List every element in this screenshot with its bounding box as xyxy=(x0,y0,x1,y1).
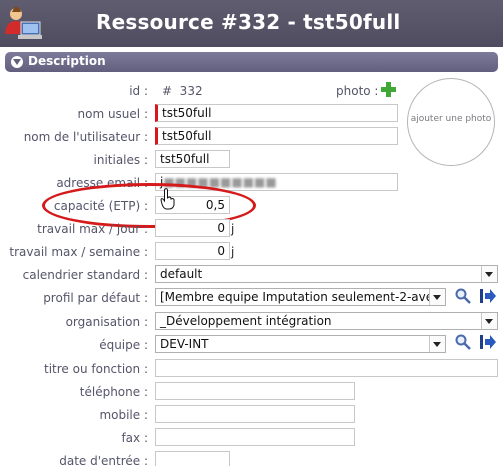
calendrier-label: calendrier standard : xyxy=(22,268,148,282)
search-icon[interactable] xyxy=(455,334,471,350)
titre-label: titre ou fonction : xyxy=(44,362,148,376)
profil-label: profil par défaut : xyxy=(43,291,148,305)
photo-label: photo : xyxy=(336,84,379,98)
travail-semaine-input[interactable]: 0 xyxy=(155,242,230,260)
search-icon[interactable] xyxy=(455,288,471,304)
equipe-select[interactable]: DEV-INT xyxy=(155,335,446,353)
calendrier-select[interactable]: default xyxy=(155,265,498,283)
nom-utilisateur-label: nom de l'utilisateur : xyxy=(23,130,148,144)
description-section-header[interactable]: Description xyxy=(5,52,498,72)
user-icon xyxy=(5,6,42,39)
collapse-icon[interactable] xyxy=(11,56,23,68)
equipe-label: équipe : xyxy=(99,338,148,352)
titre-input[interactable] xyxy=(155,359,498,377)
page-title: Ressource #332 - tst50full xyxy=(96,10,401,34)
goto-arrow-icon[interactable] xyxy=(480,335,496,349)
calendrier-value: default xyxy=(160,267,203,281)
fax-label: fax : xyxy=(121,431,148,445)
telephone-label: téléphone : xyxy=(79,385,148,399)
add-photo-button[interactable]: ajouter une photo xyxy=(407,78,495,166)
profil-select[interactable]: [Membre equipe Imputation seulement-2-av… xyxy=(155,288,446,306)
travail-semaine-label: travail max / semaine : xyxy=(9,245,148,259)
equipe-value: DEV-INT xyxy=(160,337,209,351)
travail-jour-label: travail max / jour : xyxy=(37,222,148,236)
add-photo-text: ajouter une photo xyxy=(410,114,492,124)
section-label: Description xyxy=(28,54,106,68)
mobile-label: mobile : xyxy=(99,408,148,422)
travail-jour-unit: j xyxy=(231,222,235,236)
dropdown-arrow-icon[interactable] xyxy=(429,336,445,352)
organisation-select[interactable]: _Développement intégration xyxy=(155,312,498,330)
id-value: # 332 xyxy=(162,84,203,98)
window-header: Ressource #332 - tst50full xyxy=(0,0,503,47)
dropdown-arrow-icon[interactable] xyxy=(429,289,445,305)
nom-usuel-input[interactable]: tst50full xyxy=(155,104,398,122)
dropdown-arrow-icon[interactable] xyxy=(481,313,497,329)
initiales-input[interactable]: tst50full xyxy=(155,150,230,168)
id-label: id : xyxy=(129,84,148,98)
initiales-label: initiales : xyxy=(93,153,149,167)
telephone-input[interactable] xyxy=(155,382,355,400)
fax-input[interactable] xyxy=(155,428,355,446)
mobile-input[interactable] xyxy=(155,405,355,423)
goto-arrow-icon[interactable] xyxy=(480,289,496,303)
dropdown-arrow-icon[interactable] xyxy=(481,266,497,282)
travail-jour-input[interactable]: 0 xyxy=(155,219,230,237)
profil-value: [Membre equipe Imputation seulement-2-av… xyxy=(160,290,445,304)
date-entree-input[interactable] xyxy=(155,451,230,466)
travail-semaine-unit: j xyxy=(231,245,235,259)
add-photo-icon[interactable] xyxy=(381,82,396,97)
organisation-value: _Développement intégration xyxy=(160,314,332,328)
organisation-label: organisation : xyxy=(65,315,148,329)
nom-utilisateur-input[interactable]: tst50full xyxy=(155,127,398,145)
nom-usuel-label: nom usuel : xyxy=(77,107,149,121)
